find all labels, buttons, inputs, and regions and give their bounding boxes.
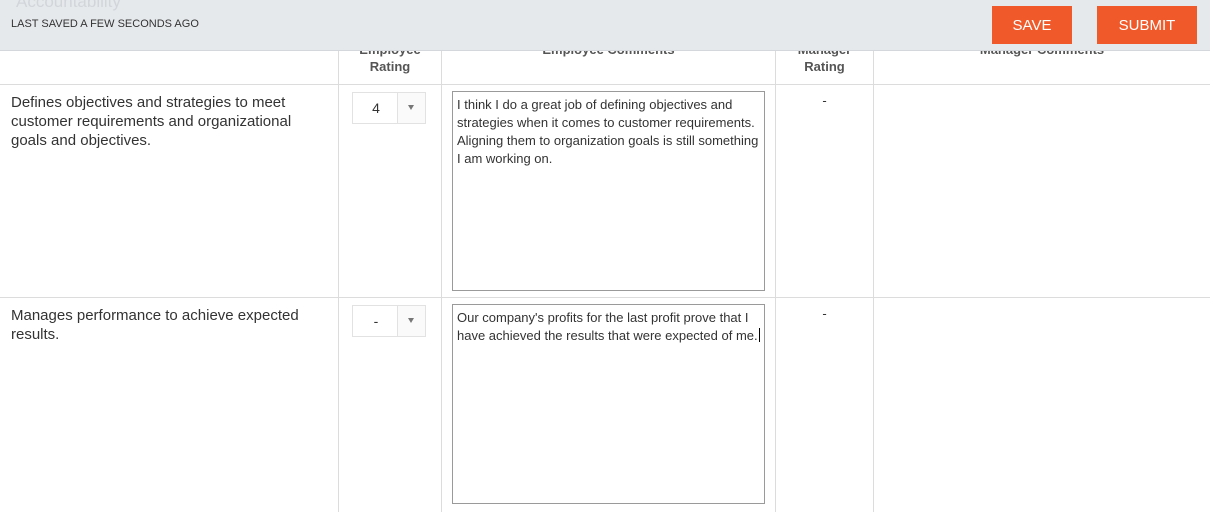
- row-divider: [0, 84, 1210, 85]
- section-title: Accountability: [16, 0, 121, 11]
- employee-rating-value: -: [373, 313, 379, 329]
- top-bar: Accountability LAST SAVED A FEW SECONDS …: [0, 0, 1210, 51]
- employee-comment-text: I think I do a great job of defining obj…: [457, 97, 759, 166]
- employee-rating-value: 4: [372, 100, 380, 116]
- employee-comment-textarea[interactable]: I think I do a great job of defining obj…: [452, 91, 765, 291]
- employee-comment-textarea[interactable]: Our company's profits for the last profi…: [452, 304, 765, 504]
- employee-rating-select[interactable]: -: [352, 305, 426, 337]
- column-divider: [873, 0, 874, 512]
- competency-text: Defines objectives and strategies to mee…: [11, 94, 292, 149]
- col-header-line: Rating: [369, 59, 411, 74]
- employee-rating-select[interactable]: 4: [352, 92, 426, 124]
- column-divider: [775, 0, 776, 512]
- competency-text: Manages performance to achieve expected …: [11, 307, 299, 343]
- submit-button[interactable]: SUBMIT: [1097, 6, 1197, 44]
- column-divider: [338, 0, 339, 512]
- chevron-down-icon[interactable]: [397, 306, 425, 336]
- row-divider: [0, 297, 1210, 298]
- manager-rating-value: -: [822, 93, 827, 108]
- column-divider: [441, 0, 442, 512]
- save-button[interactable]: SAVE: [992, 6, 1072, 44]
- chevron-down-icon[interactable]: [397, 93, 425, 123]
- manager-rating-value: -: [822, 306, 827, 321]
- saved-status: LAST SAVED A FEW SECONDS AGO: [11, 18, 199, 30]
- text-cursor: [758, 328, 760, 342]
- col-header-line: Rating: [804, 59, 845, 74]
- employee-comment-text: Our company's profits for the last profi…: [457, 310, 758, 343]
